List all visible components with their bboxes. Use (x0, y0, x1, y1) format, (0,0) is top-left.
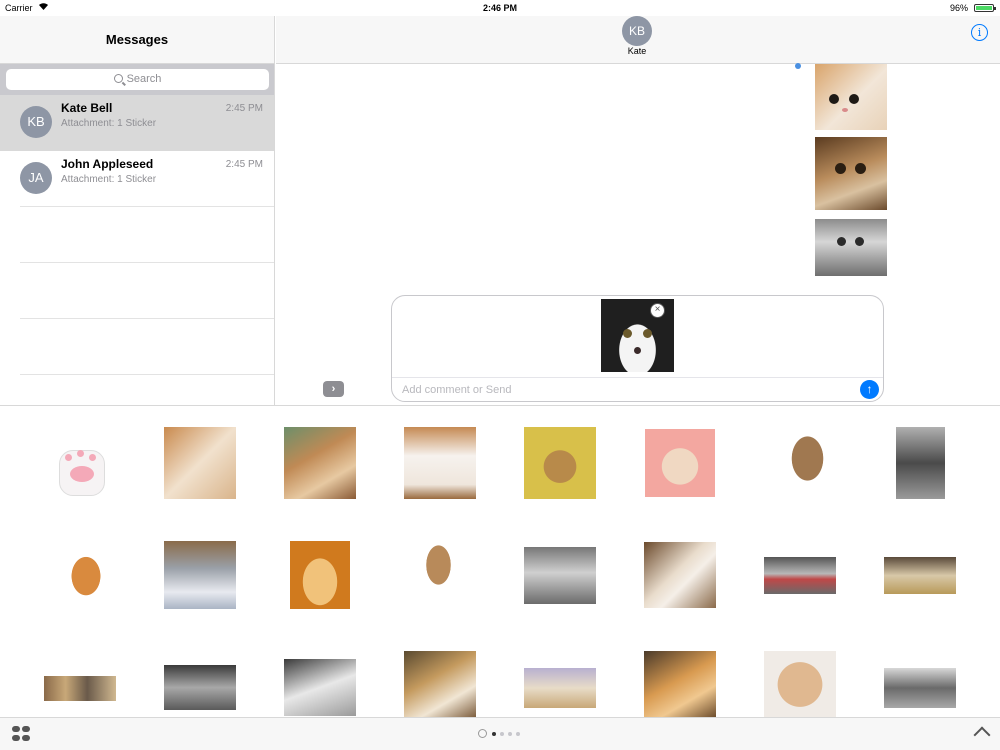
sticker-paw[interactable] (55, 440, 110, 500)
status-bar: Carrier 2:46 PM 96% (0, 0, 1000, 16)
sticker-cat[interactable] (644, 542, 716, 608)
sticker-cat[interactable] (62, 550, 110, 608)
sent-sticker[interactable] (815, 219, 887, 276)
search-placeholder: Search (126, 73, 162, 85)
contact-name: John Appleseed (61, 157, 154, 171)
conversation-row-john-appleseed[interactable]: JA John Appleseed Attachment: 1 Sticker … (0, 151, 274, 207)
sticker-cat[interactable] (780, 427, 835, 497)
apps-icon[interactable] (12, 726, 32, 742)
sticker-drawer (0, 405, 1000, 718)
sticker-cat[interactable] (164, 427, 236, 499)
sticker-cat[interactable] (896, 427, 945, 499)
sticker-cat[interactable] (44, 676, 116, 701)
message-time: 2:45 PM (225, 103, 263, 114)
sidebar-title: Messages (105, 32, 169, 47)
info-icon[interactable]: i (971, 24, 988, 41)
contact-name: Kate Bell (61, 101, 113, 115)
sticker-cat[interactable] (524, 547, 596, 604)
battery-icon (974, 4, 996, 12)
expand-input-button[interactable]: › (323, 381, 344, 397)
sticker-cat[interactable] (404, 427, 476, 499)
recents-icon[interactable] (478, 729, 487, 738)
search-input[interactable]: Search (6, 69, 269, 90)
sidebar-header: Messages (0, 16, 274, 64)
row-divider (20, 318, 274, 319)
sticker-cat[interactable] (524, 427, 596, 499)
sticker-cat[interactable] (290, 541, 350, 609)
message-preview: Attachment: 1 Sticker (61, 118, 157, 129)
conversation-row-kate-bell[interactable]: KB Kate Bell Attachment: 1 Sticker 2:45 … (0, 95, 274, 151)
sticker-cat[interactable] (884, 668, 956, 708)
sticker-cat[interactable] (524, 668, 596, 708)
row-divider (20, 374, 274, 375)
sent-sticker[interactable] (815, 64, 887, 130)
sticker-cat[interactable] (284, 659, 356, 716)
contact-name[interactable]: Kate (587, 46, 687, 56)
conversation-list-pane: Messages Search KB Kate Bell Attachment:… (0, 16, 275, 405)
sticker-cat[interactable] (416, 541, 461, 601)
sticker-cat[interactable] (764, 651, 836, 718)
sticker-cat[interactable] (404, 651, 476, 718)
search-bar: Search (0, 64, 274, 95)
page-dot[interactable] (508, 732, 512, 736)
message-input[interactable]: Add comment or Send (392, 377, 883, 401)
typing-indicator (795, 63, 801, 69)
sticker-cat[interactable] (645, 429, 715, 497)
page-dot[interactable] (516, 732, 520, 736)
avatar: JA (20, 162, 52, 194)
sticker-cat[interactable] (164, 665, 236, 710)
sticker-cat[interactable] (284, 427, 356, 499)
page-dot[interactable] (500, 732, 504, 736)
chevron-up-icon[interactable] (973, 726, 991, 744)
clock: 2:46 PM (482, 3, 517, 13)
remove-icon[interactable]: × (650, 303, 665, 318)
app-drawer-toolbar (0, 717, 1000, 750)
message-preview: Attachment: 1 Sticker (61, 174, 157, 185)
sticker-cat[interactable] (644, 651, 716, 718)
contact-avatar[interactable]: KB (622, 16, 652, 46)
avatar: KB (20, 106, 52, 138)
message-time: 2:45 PM (225, 159, 263, 170)
search-icon (113, 74, 123, 83)
battery-percent: 96% (949, 3, 968, 13)
sticker-cat[interactable] (164, 541, 236, 609)
page-dot[interactable] (492, 732, 496, 736)
sticker-cat[interactable] (764, 557, 836, 594)
row-divider (20, 262, 274, 263)
sticker-cat[interactable] (884, 557, 956, 594)
conversation-header: KB Kate i (276, 16, 1000, 64)
send-button[interactable]: ↑ (860, 380, 879, 399)
row-divider (20, 206, 274, 207)
sent-sticker[interactable] (815, 137, 887, 210)
